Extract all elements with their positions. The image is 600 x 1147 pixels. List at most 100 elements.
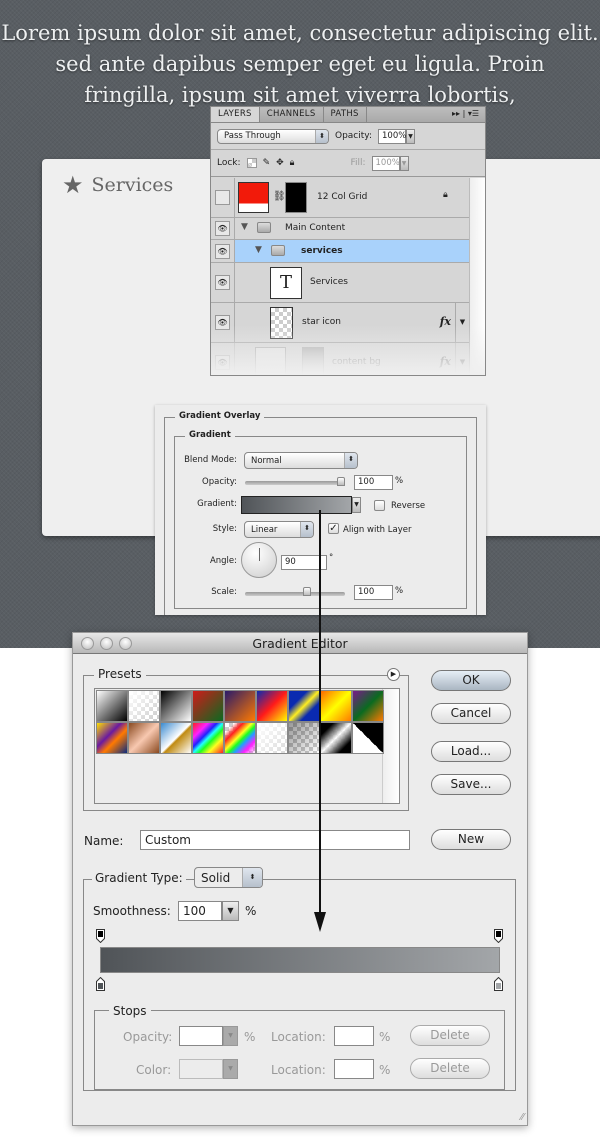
scale-slider-knob[interactable] <box>303 587 311 596</box>
layer-row[interactable]: 👁︎ T Services <box>211 263 469 303</box>
align-with-layer-label: Align with Layer <box>343 525 412 535</box>
layer-row-selected[interactable]: 👁︎ ▼ services <box>211 240 469 263</box>
eye-icon[interactable]: 👁︎ <box>215 244 230 259</box>
title-bar[interactable]: Gradient Editor <box>73 633 527 654</box>
presets-menu-icon[interactable]: ▶ <box>387 668 400 681</box>
stop-color-swatch[interactable] <box>179 1059 223 1079</box>
preset-swatch[interactable] <box>256 690 288 722</box>
delete-opacity-stop-button[interactable]: Delete <box>410 1025 490 1046</box>
lock-all-icon[interactable]: 🔒︎ <box>290 158 295 168</box>
blend-mode-select[interactable]: Pass Through ⬍ <box>217 128 329 144</box>
opacity-slider[interactable] <box>245 481 345 485</box>
smoothness-dropdown[interactable]: ▼ <box>222 901 239 921</box>
stop-opacity-location-input[interactable] <box>334 1026 374 1046</box>
preset-swatch[interactable] <box>96 690 128 722</box>
preset-swatch[interactable] <box>128 690 160 722</box>
smoothness-input[interactable]: 100 <box>178 901 222 921</box>
zoom-button[interactable] <box>119 637 132 650</box>
reverse-checkbox[interactable] <box>374 500 385 511</box>
tab-paths[interactable]: PATHS <box>324 107 367 122</box>
lock-transparent-icon[interactable] <box>246 158 257 168</box>
opacity-label: Opacity: <box>335 131 372 141</box>
visibility-toggle[interactable] <box>215 190 230 205</box>
opacity-stop-left[interactable] <box>96 929 105 943</box>
preset-swatch[interactable] <box>320 690 352 722</box>
preset-swatch[interactable] <box>256 722 288 754</box>
lock-brush-icon[interactable]: ✎ <box>263 158 271 168</box>
fill-input[interactable]: 100% <box>371 155 400 171</box>
scale-slider[interactable] <box>245 592 345 596</box>
resize-grip-icon[interactable]: ⁄⁄ <box>521 1112 524 1123</box>
layer-name: 12 Col Grid <box>317 192 368 202</box>
gradient-preview[interactable] <box>241 496 352 514</box>
name-input[interactable]: Custom <box>140 830 410 850</box>
cancel-button[interactable]: Cancel <box>431 703 511 724</box>
reverse-label: Reverse <box>391 501 426 511</box>
overlay-blend-mode-select[interactable]: Normal ⬍ <box>244 452 358 469</box>
panel-menu-icon[interactable]: ▸▸ | ▾☰ <box>446 107 485 122</box>
disclosure-triangle-icon[interactable]: ▼ <box>241 222 248 232</box>
preset-swatch[interactable] <box>192 722 224 754</box>
window-title: Gradient Editor <box>252 636 348 651</box>
scale-input[interactable]: 100 <box>354 585 393 600</box>
lock-label: Lock: <box>217 158 241 168</box>
lock-icon: 🔒︎ <box>443 190 448 200</box>
preset-swatch[interactable] <box>160 690 192 722</box>
layer-name: services <box>301 246 343 256</box>
save-button[interactable]: Save... <box>431 774 511 795</box>
stop-color-location-input[interactable] <box>334 1059 374 1079</box>
opacity-input[interactable]: 100% <box>378 128 406 144</box>
align-with-layer-checkbox[interactable]: ✓ <box>328 523 339 534</box>
gradient-picker-dropdown[interactable]: ▼ <box>352 497 361 513</box>
opacity-input[interactable]: 100 <box>354 475 393 490</box>
percent-unit: % <box>379 1063 391 1077</box>
style-label: Style: <box>212 524 237 534</box>
preset-swatch[interactable] <box>224 722 256 754</box>
tab-layers[interactable]: LAYERS <box>211 107 260 122</box>
tab-channels[interactable]: CHANNELS <box>260 107 324 122</box>
minimize-button[interactable] <box>100 637 113 650</box>
opacity-slider-knob[interactable] <box>337 477 345 486</box>
presets-scrollbar[interactable] <box>382 689 399 803</box>
angle-dial[interactable] <box>241 542 277 578</box>
preset-swatch[interactable] <box>288 722 320 754</box>
opacity-dropdown[interactable]: ▼ <box>406 128 415 144</box>
preset-swatch[interactable] <box>288 690 320 722</box>
preset-swatch[interactable] <box>160 722 192 754</box>
color-stop-left[interactable] <box>96 977 105 991</box>
stop-color-dropdown[interactable]: ▼ <box>223 1059 238 1079</box>
eye-icon[interactable]: 👁︎ <box>215 275 230 290</box>
load-button[interactable]: Load... <box>431 741 511 762</box>
stop-opacity-input[interactable] <box>179 1026 223 1046</box>
preset-swatch[interactable] <box>352 722 384 754</box>
preset-swatch[interactable] <box>128 722 160 754</box>
eye-icon[interactable]: 👁︎ <box>215 221 230 236</box>
lock-move-icon[interactable]: ✥ <box>276 158 284 168</box>
new-button[interactable]: New <box>431 829 511 850</box>
angle-label: Angle: <box>209 556 237 566</box>
delete-color-stop-button[interactable]: Delete <box>410 1058 490 1079</box>
close-button[interactable] <box>81 637 94 650</box>
preset-swatch[interactable] <box>320 722 352 754</box>
layer-row[interactable]: ⛓ 12 Col Grid 🔒︎ <box>211 178 469 218</box>
layer-row[interactable]: 👁︎ ▼ Main Content <box>211 218 469 240</box>
gradient-label: Gradient: <box>197 499 237 509</box>
blend-mode-label: Blend Mode: <box>184 455 237 465</box>
stop-opacity-dropdown[interactable]: ▼ <box>223 1026 238 1046</box>
disclosure-triangle-icon[interactable]: ▼ <box>255 245 262 255</box>
preset-swatch[interactable] <box>224 690 256 722</box>
preset-swatch[interactable] <box>192 690 224 722</box>
gradient-type-select[interactable]: Solid ⬍ <box>194 867 263 888</box>
stop-color-label: Color: <box>136 1063 172 1077</box>
services-heading: ★ Services <box>62 173 173 197</box>
presets-fieldset: Presets ▶ <box>83 667 409 811</box>
stop-opacity-label: Opacity: <box>123 1030 173 1044</box>
fill-dropdown[interactable]: ▼ <box>399 155 409 171</box>
preset-swatch[interactable] <box>352 690 384 722</box>
preset-swatch[interactable] <box>96 722 128 754</box>
ok-button[interactable]: OK <box>431 670 511 691</box>
opacity-stop-right[interactable] <box>494 929 503 943</box>
color-stop-right[interactable] <box>494 977 503 991</box>
style-select[interactable]: Linear ⬍ <box>244 521 314 538</box>
gradient-ramp[interactable] <box>100 947 500 973</box>
